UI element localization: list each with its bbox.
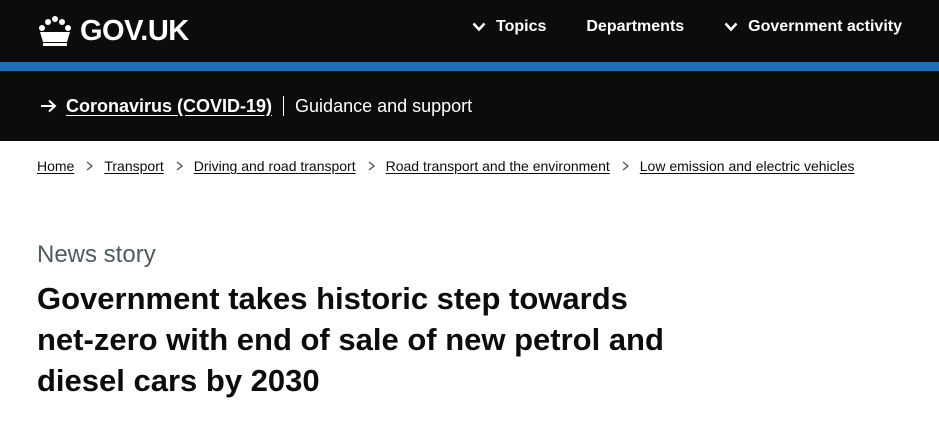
chevron-down-icon <box>472 22 486 32</box>
breadcrumb: Home Transport Driving and road transpor… <box>37 158 855 174</box>
govuk-logo-link[interactable]: GOV.UK <box>36 13 189 49</box>
page-title: Government takes historic step towards n… <box>37 281 664 398</box>
chevron-right-icon <box>622 161 629 171</box>
nav-government-activity-label: Government activity <box>748 18 902 35</box>
chevron-right-icon <box>176 161 183 171</box>
breadcrumb-driving-road-transport[interactable]: Driving and road transport <box>194 158 356 174</box>
breadcrumb-transport[interactable]: Transport <box>104 158 163 174</box>
chevron-down-icon <box>724 22 738 32</box>
banner-divider <box>283 96 285 116</box>
covid-link[interactable]: Coronavirus (COVID-19) <box>66 96 272 117</box>
site-header: GOV.UK Topics Departments Government act… <box>0 0 939 62</box>
nav-topics-label: Topics <box>495 18 547 35</box>
emergency-banner: Coronavirus (COVID-19) Guidance and supp… <box>0 71 939 141</box>
chevron-right-icon <box>86 161 94 171</box>
crown-icon <box>39 16 71 46</box>
header-blue-stripe <box>0 62 939 71</box>
nav-topics[interactable]: Topics <box>472 18 546 36</box>
logo-text: GOV.UK <box>80 14 189 47</box>
chevron-right-icon <box>368 161 375 171</box>
breadcrumb-low-emission-vehicles[interactable]: Low emission and electric vehicles <box>640 158 855 174</box>
nav-departments-label: Departments <box>586 18 685 35</box>
nav-government-activity[interactable]: Government activity <box>724 18 902 36</box>
article-caption: News story <box>37 241 156 268</box>
breadcrumb-home[interactable]: Home <box>37 158 74 174</box>
header-nav: Topics Departments Government activity <box>432 18 902 36</box>
arrow-right-icon <box>41 99 57 113</box>
nav-departments[interactable]: Departments <box>586 18 684 36</box>
banner-text: Guidance and support <box>295 95 473 116</box>
breadcrumb-road-transport-environment[interactable]: Road transport and the environment <box>386 158 610 174</box>
